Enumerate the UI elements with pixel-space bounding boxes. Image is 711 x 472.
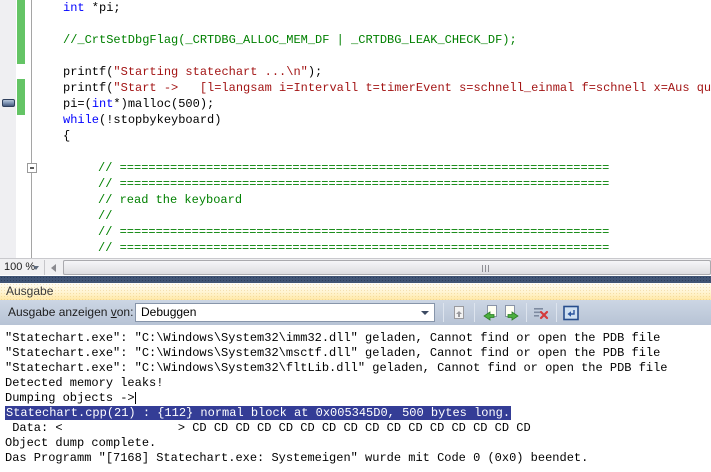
output-panel-title-text: Ausgabe: [6, 284, 53, 298]
output-line[interactable]: Detected memory leaks!: [5, 376, 711, 391]
hscrollbar-thumb[interactable]: [63, 260, 711, 275]
divider: [44, 260, 45, 275]
code-line[interactable]: // =====================================…: [0, 224, 711, 240]
clear-all-icon: [532, 304, 550, 322]
output-toolbar: Ausgabe anzeigen von: Debuggen: [0, 300, 711, 325]
editor-zoom-select[interactable]: 100 %: [0, 259, 44, 275]
output-line[interactable]: Object dump complete.: [5, 436, 711, 451]
code-line[interactable]: [0, 16, 711, 32]
output-line[interactable]: Data: < > CD CD CD CD CD CD CD CD CD CD …: [5, 421, 711, 436]
output-line[interactable]: Das Programm "[7168] Statechart.exe: Sys…: [5, 451, 711, 466]
toolbar-divider: [443, 303, 444, 322]
hscrollbar-track[interactable]: [63, 260, 711, 275]
code-line[interactable]: int *pi;: [0, 0, 711, 16]
show-output-from-label: Ausgabe anzeigen von:: [8, 300, 133, 325]
goto-message-icon: [450, 304, 468, 322]
code-line[interactable]: //: [0, 208, 711, 224]
code-line[interactable]: //_CrtSetDbgFlag(_CRTDBG_ALLOC_MEM_DF | …: [0, 32, 711, 48]
toolbar-divider: [474, 303, 475, 322]
code-editor[interactable]: int *pi; //_CrtSetDbgFlag(_CRTDBG_ALLOC_M…: [0, 0, 711, 258]
visual-studio-window: int *pi; //_CrtSetDbgFlag(_CRTDBG_ALLOC_M…: [0, 0, 711, 472]
code-line[interactable]: // =====================================…: [0, 240, 711, 256]
output-line[interactable]: Dumping objects ->: [5, 391, 711, 406]
output-line[interactable]: "Statechart.exe": "C:\Windows\System32\i…: [5, 331, 711, 346]
scrollbar-left-arrow[interactable]: [47, 260, 62, 275]
code-lines: int *pi; //_CrtSetDbgFlag(_CRTDBG_ALLOC_M…: [0, 0, 711, 256]
word-wrap-toggle-button[interactable]: [562, 304, 580, 322]
next-message-button[interactable]: [503, 304, 521, 322]
code-line[interactable]: [0, 48, 711, 64]
scrollbar-grip-icon: [482, 265, 491, 272]
previous-message-button[interactable]: [481, 304, 499, 322]
toolbar-divider: [526, 303, 527, 322]
chevron-down-icon: [33, 266, 39, 270]
goto-message-button[interactable]: [450, 304, 468, 322]
editor-hscroll-row: 100 %: [0, 258, 711, 275]
window-background-strip: [0, 276, 711, 283]
editor-zoom-value: 100 %: [4, 261, 35, 273]
code-line[interactable]: // =====================================…: [0, 176, 711, 192]
code-line[interactable]: [0, 144, 711, 160]
output-panel-title[interactable]: Ausgabe: [0, 283, 711, 300]
toolbar-divider: [556, 303, 557, 322]
output-line[interactable]: "Statechart.exe": "C:\Windows\System32\m…: [5, 346, 711, 361]
highlighted-output-line: Statechart.cpp(21) : {112} normal block …: [5, 406, 511, 420]
code-line[interactable]: printf("Starting statechart ...\n");: [0, 64, 711, 80]
next-message-icon: [503, 304, 521, 322]
text-caret: [135, 392, 136, 404]
output-source-dropdown[interactable]: Debuggen: [135, 303, 435, 322]
code-line[interactable]: // read the keyboard: [0, 192, 711, 208]
code-line[interactable]: {: [0, 128, 711, 144]
previous-message-icon: [481, 304, 499, 322]
output-source-value: Debuggen: [141, 305, 196, 319]
code-line[interactable]: pi=(int*)malloc(500);: [0, 96, 711, 112]
chevron-down-icon: [421, 311, 429, 315]
code-line[interactable]: while(!stopbykeyboard): [0, 112, 711, 128]
output-line[interactable]: Statechart.cpp(21) : {112} normal block …: [5, 406, 711, 421]
clear-all-button[interactable]: [532, 304, 550, 322]
word-wrap-icon: [562, 304, 580, 322]
code-line[interactable]: // =====================================…: [0, 160, 711, 176]
code-line[interactable]: printf("Start -> [l=langsam i=Intervall …: [0, 80, 711, 96]
output-text-area[interactable]: "Statechart.exe": "C:\Windows\System32\i…: [0, 325, 711, 472]
output-line[interactable]: "Statechart.exe": "C:\Windows\System32\f…: [5, 361, 711, 376]
